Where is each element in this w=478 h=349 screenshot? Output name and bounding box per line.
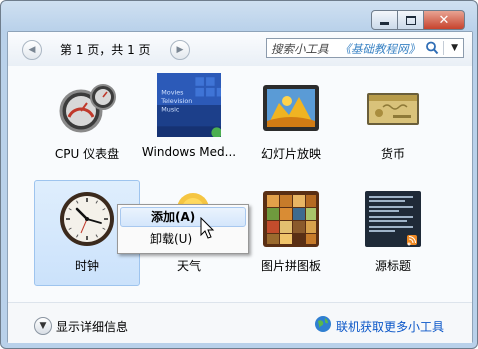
minimize-icon	[380, 21, 389, 25]
search-placeholder-text: 搜索小工具	[271, 42, 329, 56]
media-line-3: Music	[161, 105, 180, 113]
gadget-feed-headlines[interactable]: 源标题	[340, 180, 446, 286]
feed-headlines-icon	[365, 191, 421, 247]
puzzle-icon	[263, 191, 319, 247]
search-placeholder: 搜索小工具 《基础教程网》	[271, 41, 420, 57]
gadget-gallery-window: ✕ ◀ 第 1 页，共 1 页 ▶ 搜索小工具 《基础教程网》 ▼ CPU 仪表…	[0, 0, 478, 349]
menu-item-add[interactable]: 添加(A)	[120, 207, 246, 227]
details-bar: ▼ 显示详细信息 联机获取更多小工具	[8, 302, 472, 343]
gadget-label: 天气	[176, 259, 201, 273]
maximize-button[interactable]	[398, 10, 424, 30]
close-icon: ✕	[438, 12, 450, 28]
search-separator	[443, 41, 444, 55]
gadget-label: 时钟	[74, 259, 99, 273]
search-brand-text: 《基础教程网》	[339, 42, 420, 56]
gadget-label: Windows Med...	[141, 145, 237, 159]
media-line-2: Television	[160, 97, 192, 105]
currency-icon	[367, 93, 419, 125]
gadget-slideshow[interactable]: 幻灯片放映	[238, 68, 344, 174]
gadget-label: 货币	[380, 147, 405, 161]
gadget-label: 图片拼图板	[260, 259, 321, 273]
gadget-label: 幻灯片放映	[260, 147, 321, 161]
show-details-label[interactable]: 显示详细信息	[56, 318, 128, 335]
cpu-gauge-icon	[59, 84, 116, 133]
media-center-icon: Movies Television Music	[157, 73, 221, 137]
search-dropdown-icon[interactable]: ▼	[451, 43, 458, 53]
gadget-label: 源标题	[374, 259, 411, 273]
gadget-picture-puzzle[interactable]: 图片拼图板	[238, 180, 344, 286]
search-icon[interactable]	[425, 41, 439, 55]
maximize-icon	[405, 15, 416, 25]
close-button[interactable]: ✕	[424, 10, 465, 30]
context-menu: 添加(A) 卸载(U)	[117, 204, 249, 254]
gadget-label: CPU 仪表盘	[54, 147, 120, 161]
previous-page-button[interactable]: ◀	[22, 40, 42, 60]
show-details-button[interactable]: ▼	[34, 317, 52, 335]
next-page-button[interactable]: ▶	[170, 40, 190, 60]
gadget-cpu-meter[interactable]: CPU 仪表盘	[34, 68, 140, 174]
media-line-1: Movies	[161, 88, 184, 96]
search-box[interactable]: 搜索小工具 《基础教程网》 ▼	[266, 38, 464, 58]
chevron-right-icon: ▶	[176, 45, 184, 55]
gadget-currency[interactable]: 货币	[340, 68, 446, 174]
toolbar: ◀ 第 1 页，共 1 页 ▶ 搜索小工具 《基础教程网》 ▼	[8, 32, 472, 67]
gallery-panel: ◀ 第 1 页，共 1 页 ▶ 搜索小工具 《基础教程网》 ▼ CPU 仪表盘 …	[7, 31, 473, 343]
gadget-grid: CPU 仪表盘 Movies Television Music Windows …	[8, 66, 472, 302]
clock-icon	[60, 192, 114, 246]
page-indicator: 第 1 页，共 1 页	[60, 43, 151, 57]
slideshow-icon	[263, 85, 319, 131]
chevron-left-icon: ◀	[28, 45, 36, 55]
caption-buttons: ✕	[371, 10, 465, 30]
menu-item-uninstall[interactable]: 卸载(U)	[120, 229, 246, 249]
globe-icon	[315, 316, 331, 332]
get-more-gadgets-link[interactable]: 联机获取更多小工具	[336, 318, 444, 335]
mouse-cursor-icon	[200, 217, 215, 239]
chevron-down-icon: ▼	[39, 321, 47, 331]
minimize-button[interactable]	[371, 10, 398, 30]
gadget-windows-media-center[interactable]: Movies Television Music Windows Med...	[136, 68, 242, 174]
